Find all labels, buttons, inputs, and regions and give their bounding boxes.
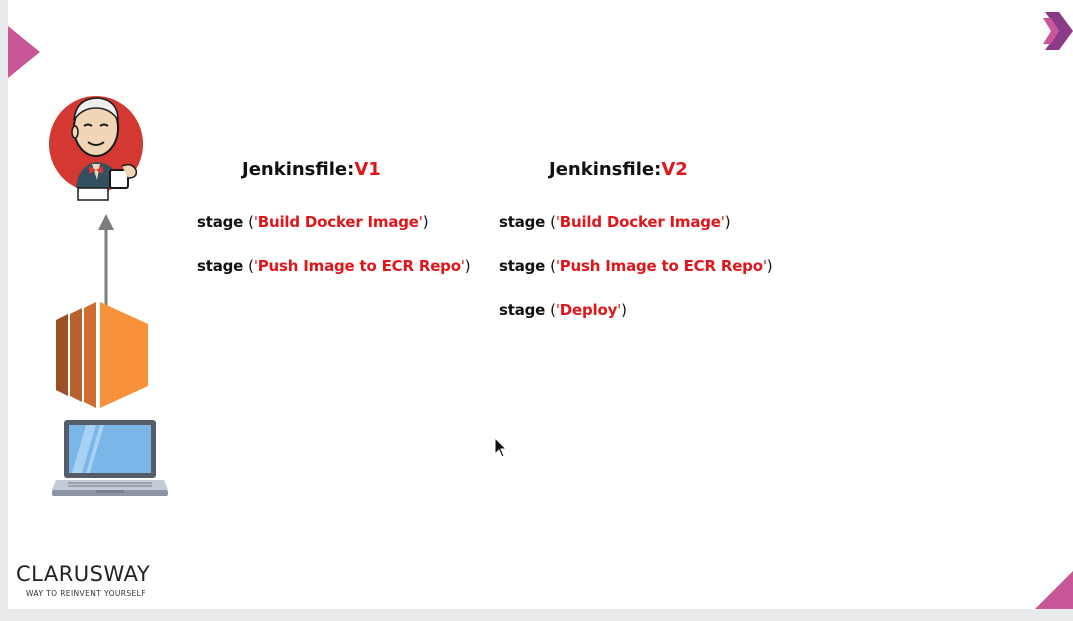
v1-stage-build-docker-image: stage ('Build Docker Image')	[197, 213, 429, 231]
double-chevron-next-icon[interactable]	[1043, 12, 1073, 52]
v2-stage-build-docker-image: stage ('Build Docker Image')	[499, 213, 731, 231]
up-arrow-icon	[98, 214, 114, 306]
clarusway-tagline: WAY TO REINVENT YOURSELF	[26, 589, 146, 598]
jenkins-butler-icon	[49, 96, 143, 201]
aws-ec2-icon	[56, 302, 148, 408]
v1-stage-push-image: stage ('Push Image to ECR Repo')	[197, 257, 471, 275]
mouse-pointer-icon	[494, 437, 508, 458]
v2-stage-push-image: stage ('Push Image to ECR Repo')	[499, 257, 773, 275]
jenkinsfile-v2-title: Jenkinsfile:V2	[549, 159, 688, 180]
slide-canvas: Jenkinsfile:V1 stage ('Build Docker Imag…	[8, 0, 1073, 609]
corner-triangle-bottom-right	[1035, 571, 1073, 609]
v2-stage-deploy: stage ('Deploy')	[499, 301, 627, 319]
corner-triangle-top-left	[8, 26, 40, 78]
laptop-icon	[52, 420, 168, 496]
jenkinsfile-v1-title: Jenkinsfile:V1	[242, 159, 381, 180]
clarusway-logo: CLARUSWAY	[16, 562, 151, 586]
